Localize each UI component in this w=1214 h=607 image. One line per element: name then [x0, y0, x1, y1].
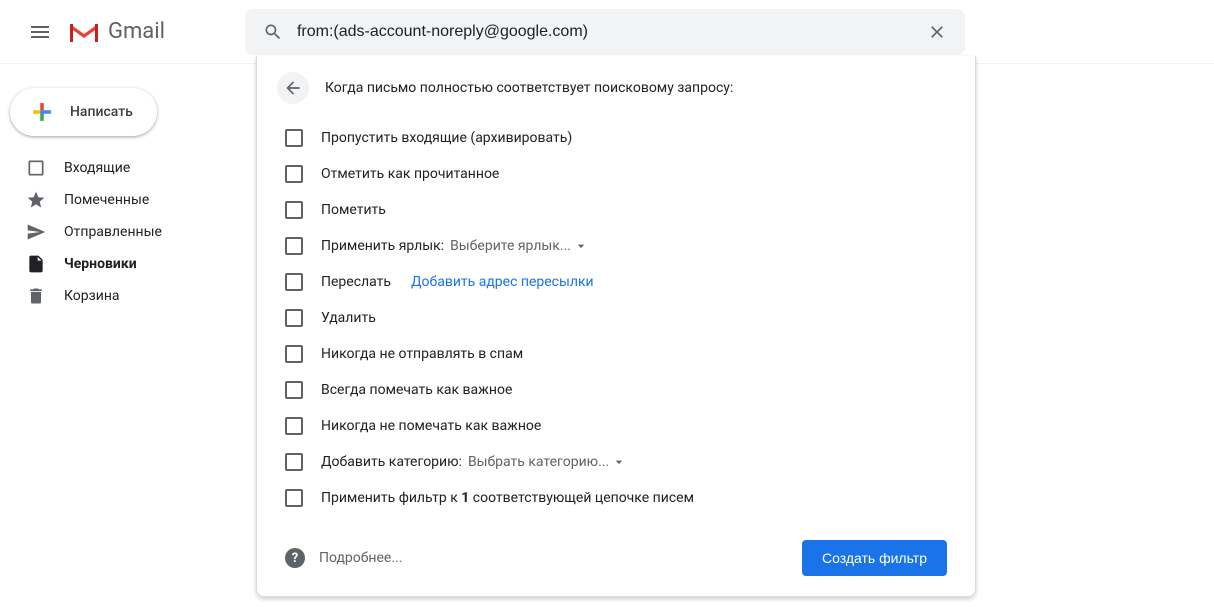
filter-panel: Когда письмо полностью соответствует пои… [256, 56, 976, 597]
compose-button[interactable]: Написать [10, 88, 157, 136]
sidebar-item-label: Отправленные [64, 224, 162, 240]
option-label: Отметить как прочитанное [321, 166, 499, 182]
menu-icon [28, 20, 52, 44]
option-never-important: Никогда не помечать как важное [277, 408, 955, 444]
dropdown-value: Выбрать категорию... [468, 454, 609, 470]
main-area: Когда письмо полностью соответствует пои… [256, 64, 1214, 312]
search-button[interactable] [253, 12, 293, 52]
header: Gmail [0, 0, 1214, 64]
sidebar: Написать Входящие Помеченные Отправленны… [0, 64, 256, 312]
option-label: Всегда помечать как важное [321, 382, 512, 398]
sidebar-item-sent[interactable]: Отправленные [0, 216, 256, 248]
compose-label: Написать [70, 104, 133, 120]
option-label: Пропустить входящие (архивировать) [321, 130, 572, 146]
help-icon[interactable]: ? [285, 548, 305, 568]
learn-more-link[interactable]: Подробнее... [319, 550, 402, 566]
main-menu-button[interactable] [16, 8, 64, 56]
sidebar-item-label: Черновики [64, 256, 137, 272]
option-label: Переслать [321, 274, 391, 290]
sidebar-item-trash[interactable]: Корзина [0, 280, 256, 312]
sidebar-item-label: Помеченные [64, 192, 149, 208]
add-forward-address-link[interactable]: Добавить адрес пересылки [411, 274, 594, 290]
back-button[interactable] [277, 72, 309, 104]
text-after: соответствующей цепочке писем [469, 490, 694, 506]
checkbox-apply-to-matching[interactable] [285, 489, 303, 507]
option-label: Добавить категорию: [321, 454, 462, 470]
create-filter-button[interactable]: Создать фильтр [802, 540, 947, 576]
sidebar-item-label: Корзина [64, 288, 120, 304]
checkbox-mark-read[interactable] [285, 165, 303, 183]
chevron-down-icon [573, 238, 589, 254]
inbox-icon [26, 158, 46, 178]
search-bar [245, 9, 965, 55]
checkbox-star[interactable] [285, 201, 303, 219]
option-label: Удалить [321, 310, 376, 326]
option-label: Применить фильтр к 1 соответствующей цеп… [321, 490, 694, 506]
option-add-category: Добавить категорию: Выбрать категорию... [277, 444, 955, 480]
checkbox-skip-inbox[interactable] [285, 129, 303, 147]
sidebar-item-label: Входящие [64, 160, 130, 176]
send-icon [26, 222, 46, 242]
option-apply-to-matching: Применить фильтр к 1 соответствующей цеп… [277, 480, 955, 516]
checkbox-forward[interactable] [285, 273, 303, 291]
search-input[interactable] [293, 23, 917, 41]
search-icon [263, 22, 283, 42]
checkbox-always-important[interactable] [285, 381, 303, 399]
checkbox-apply-label[interactable] [285, 237, 303, 255]
option-forward: Переслать Добавить адрес пересылки [277, 264, 955, 300]
option-label: Никогда не отправлять в спам [321, 346, 523, 362]
apply-label-dropdown[interactable]: Выберите ярлык... [450, 238, 589, 254]
option-label: Пометить [321, 202, 386, 218]
checkbox-add-category[interactable] [285, 453, 303, 471]
option-star: Пометить [277, 192, 955, 228]
gmail-logo[interactable]: Gmail [68, 19, 165, 44]
chevron-down-icon [611, 454, 627, 470]
sidebar-item-drafts[interactable]: Черновики [0, 248, 256, 280]
text-before: Применить фильтр к [321, 490, 461, 506]
filter-panel-title: Когда письмо полностью соответствует пои… [325, 80, 733, 96]
dropdown-value: Выберите ярлык... [450, 238, 571, 254]
option-apply-label: Применить ярлык: Выберите ярлык... [277, 228, 955, 264]
plus-icon [26, 96, 58, 128]
close-icon [927, 22, 947, 42]
sidebar-item-starred[interactable]: Помеченные [0, 184, 256, 216]
checkbox-never-spam[interactable] [285, 345, 303, 363]
draft-icon [26, 254, 46, 274]
sidebar-item-inbox[interactable]: Входящие [0, 152, 256, 184]
option-mark-read: Отметить как прочитанное [277, 156, 955, 192]
option-always-important: Всегда помечать как важное [277, 372, 955, 408]
add-category-dropdown[interactable]: Выбрать категорию... [468, 454, 627, 470]
trash-icon [26, 286, 46, 306]
option-delete: Удалить [277, 300, 955, 336]
star-icon [26, 190, 46, 210]
arrow-left-icon [283, 78, 303, 98]
option-label: Применить ярлык: [321, 238, 444, 254]
checkbox-delete[interactable] [285, 309, 303, 327]
option-label: Никогда не помечать как важное [321, 418, 541, 434]
option-skip-inbox: Пропустить входящие (архивировать) [277, 120, 955, 156]
clear-search-button[interactable] [917, 12, 957, 52]
option-never-spam: Никогда не отправлять в спам [277, 336, 955, 372]
gmail-logo-text: Gmail [108, 19, 165, 44]
checkbox-never-important[interactable] [285, 417, 303, 435]
gmail-logo-icon [68, 20, 100, 44]
